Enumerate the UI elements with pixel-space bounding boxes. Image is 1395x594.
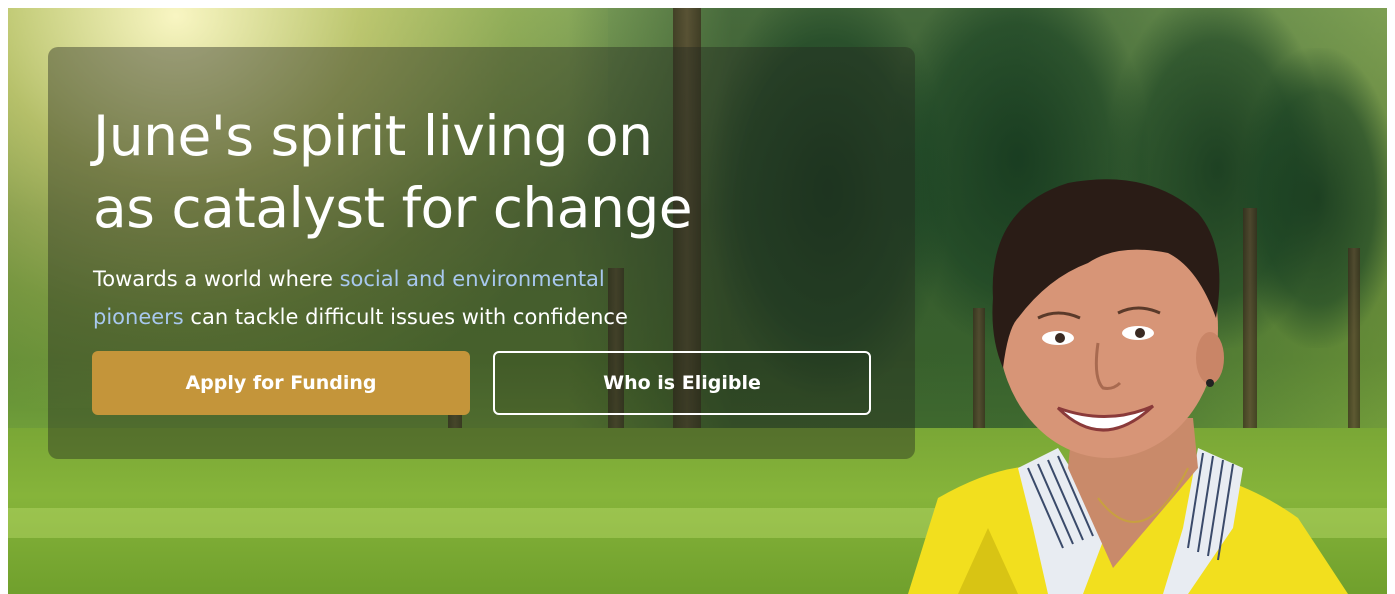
hero-banner: June's spirit living on as catalyst for c… (8, 8, 1387, 594)
who-is-eligible-button[interactable]: Who is Eligible (493, 351, 871, 415)
subheadline-accent-1: social and environmental (339, 267, 605, 291)
headline-line-2: as catalyst for change (93, 176, 693, 240)
apply-for-funding-button[interactable]: Apply for Funding (92, 351, 470, 415)
who-is-eligible-label: Who is Eligible (603, 372, 761, 394)
subheadline-accent-2: pioneers (93, 305, 184, 329)
subheadline-text-1: Towards a world where (93, 267, 340, 291)
headline-line-1: June's spirit living on (93, 104, 653, 168)
apply-for-funding-label: Apply for Funding (185, 372, 377, 394)
hero-headline: June's spirit living on as catalyst for c… (93, 100, 853, 244)
portrait-photo (908, 179, 1348, 594)
hero-subheadline: Towards a world where social and environ… (93, 260, 733, 336)
subheadline-text-2: can tackle difficult issues with confide… (183, 305, 628, 329)
